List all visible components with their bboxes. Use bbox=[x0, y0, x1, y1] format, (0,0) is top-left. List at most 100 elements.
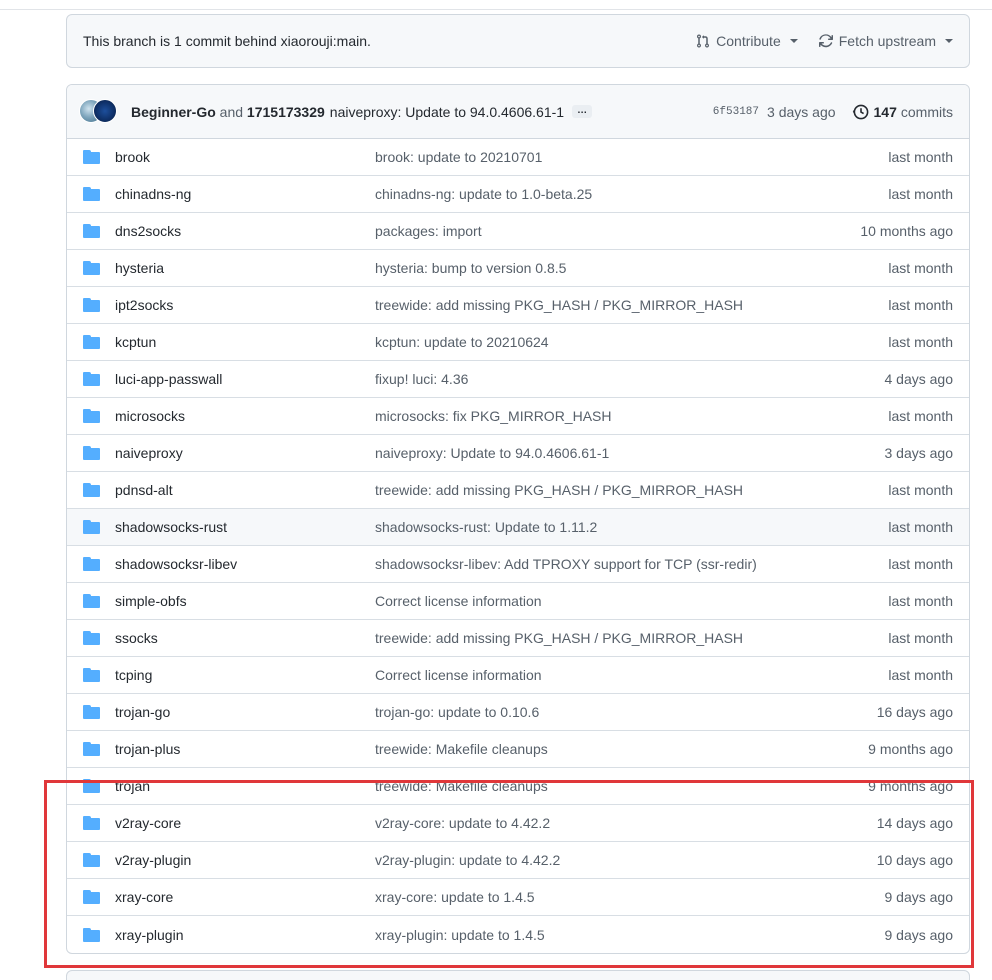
table-row[interactable]: shadowsocksr-libev shadowsocksr-libev: Ad… bbox=[67, 546, 969, 583]
file-commit-message-link[interactable]: v2ray-core: update to 4.42.2 bbox=[375, 815, 877, 831]
file-name-link[interactable]: trojan-go bbox=[115, 704, 375, 720]
author-link[interactable]: 1715173329 bbox=[247, 104, 325, 120]
commit-message-link[interactable]: naiveproxy: Update to 94.0.4606.61-1 bbox=[330, 104, 564, 120]
file-commit-age: last month bbox=[888, 408, 953, 424]
file-name-link[interactable]: ipt2socks bbox=[115, 297, 375, 313]
table-row[interactable]: brook brook: update to 20210701 last month bbox=[67, 139, 969, 176]
file-commit-age: last month bbox=[888, 186, 953, 202]
file-commit-message-link[interactable]: hysteria: bump to version 0.8.5 bbox=[375, 260, 888, 276]
folder-icon bbox=[83, 372, 100, 386]
file-commit-message-link[interactable]: trojan-go: update to 0.10.6 bbox=[375, 704, 877, 720]
file-commit-message-link[interactable]: kcptun: update to 20210624 bbox=[375, 334, 888, 350]
table-row[interactable]: naiveproxy naiveproxy: Update to 94.0.460… bbox=[67, 435, 969, 472]
file-name-link[interactable]: shadowsocksr-libev bbox=[115, 556, 375, 572]
file-commit-age: 14 days ago bbox=[876, 815, 953, 831]
folder-icon bbox=[83, 150, 100, 164]
file-commit-message-link[interactable]: xray-core: update to 1.4.5 bbox=[375, 889, 885, 905]
file-commit-message-link[interactable]: treewide: Makefile cleanups bbox=[375, 741, 868, 757]
table-row[interactable]: trojan-plus treewide: Makefile cleanups 9 … bbox=[67, 731, 969, 768]
table-row[interactable]: shadowsocks-rust shadowsocks-rust: Update… bbox=[67, 509, 969, 546]
file-name-link[interactable]: v2ray-plugin bbox=[115, 852, 375, 868]
file-commit-age: last month bbox=[888, 260, 953, 276]
file-commit-age: last month bbox=[888, 593, 953, 609]
expand-commit-button[interactable]: … bbox=[572, 105, 593, 118]
author-link[interactable]: Beginner-Go bbox=[131, 104, 216, 120]
file-name-link[interactable]: trojan-plus bbox=[115, 741, 375, 757]
file-commit-message-link[interactable]: shadowsocksr-libev: Add TPROXY support f… bbox=[375, 556, 888, 572]
contribute-button[interactable]: Contribute bbox=[695, 33, 798, 49]
latest-commit-bar: Beginner-Go and 1715173329 naiveproxy: U… bbox=[67, 85, 969, 139]
folder-icon bbox=[83, 557, 100, 571]
table-row[interactable]: tcping Correct license information last mo… bbox=[67, 657, 969, 694]
file-commit-message-link[interactable]: treewide: add missing PKG_HASH / PKG_MIR… bbox=[375, 482, 888, 498]
file-name-link[interactable]: pdnsd-alt bbox=[115, 482, 375, 498]
table-row[interactable]: xray-core xray-core: update to 1.4.5 9 day… bbox=[67, 879, 969, 916]
file-name-link[interactable]: kcptun bbox=[115, 334, 375, 350]
table-row[interactable]: trojan treewide: Makefile cleanups 9 month… bbox=[67, 768, 969, 805]
file-commit-message-link[interactable]: treewide: add missing PKG_HASH / PKG_MIR… bbox=[375, 630, 888, 646]
file-commit-message-link[interactable]: packages: import bbox=[375, 223, 860, 239]
file-commit-message-link[interactable]: Correct license information bbox=[375, 593, 888, 609]
table-row[interactable]: kcptun kcptun: update to 20210624 last mon… bbox=[67, 324, 969, 361]
folder-icon bbox=[83, 890, 100, 904]
fetch-upstream-label: Fetch upstream bbox=[838, 33, 936, 49]
folder-icon bbox=[83, 853, 100, 867]
commit-sha-link[interactable]: 6f53187 bbox=[713, 106, 759, 118]
top-divider bbox=[0, 9, 992, 10]
file-commit-message-link[interactable]: v2ray-plugin: update to 4.42.2 bbox=[375, 852, 877, 868]
chevron-down-icon bbox=[789, 39, 798, 43]
file-name-link[interactable]: dns2socks bbox=[115, 223, 375, 239]
file-commit-message-link[interactable]: xray-plugin: update to 1.4.5 bbox=[375, 927, 885, 943]
file-name-link[interactable]: xray-core bbox=[115, 889, 375, 905]
branch-status-bar: This branch is 1 commit behind xiaorouji… bbox=[66, 14, 970, 68]
file-name-link[interactable]: chinadns-ng bbox=[115, 186, 375, 202]
table-row[interactable]: pdnsd-alt treewide: add missing PKG_HASH … bbox=[67, 472, 969, 509]
file-name-link[interactable]: tcping bbox=[115, 667, 375, 683]
and-text: and bbox=[219, 103, 244, 120]
file-commit-message-link[interactable]: treewide: Makefile cleanups bbox=[375, 778, 868, 794]
table-row[interactable]: dns2socks packages: import 10 months ago bbox=[67, 213, 969, 250]
file-name-link[interactable]: luci-app-passwall bbox=[115, 371, 375, 387]
file-commit-message-link[interactable]: shadowsocks-rust: Update to 1.11.2 bbox=[375, 519, 888, 535]
folder-icon bbox=[83, 779, 100, 793]
file-commit-age: 4 days ago bbox=[884, 371, 954, 387]
fetch-upstream-button[interactable]: Fetch upstream bbox=[818, 33, 953, 49]
file-commit-message-link[interactable]: chinadns-ng: update to 1.0-beta.25 bbox=[375, 186, 888, 202]
file-commit-message-link[interactable]: naiveproxy: Update to 94.0.4606.61-1 bbox=[375, 445, 885, 461]
folder-icon bbox=[83, 594, 100, 608]
commits-history-link[interactable]: 147 commits bbox=[852, 103, 953, 121]
file-name-link[interactable]: microsocks bbox=[115, 408, 375, 424]
file-name-link[interactable]: naiveproxy bbox=[115, 445, 375, 461]
file-commit-message-link[interactable]: brook: update to 20210701 bbox=[375, 149, 888, 165]
table-row[interactable]: hysteria hysteria: bump to version 0.8.5 l… bbox=[67, 250, 969, 287]
table-row[interactable]: v2ray-plugin v2ray-plugin: update to 4.42… bbox=[67, 842, 969, 879]
file-commit-message-link[interactable]: treewide: add missing PKG_HASH / PKG_MIR… bbox=[375, 297, 888, 313]
sync-icon bbox=[818, 34, 833, 48]
file-name-link[interactable]: trojan bbox=[115, 778, 375, 794]
branch-status-text: This branch is 1 commit behind xiaorouji… bbox=[83, 33, 371, 49]
file-name-link[interactable]: v2ray-core bbox=[115, 815, 375, 831]
table-row[interactable]: luci-app-passwall fixup! luci: 4.36 4 days… bbox=[67, 361, 969, 398]
file-name-link[interactable]: ssocks bbox=[115, 630, 375, 646]
file-commit-message-link[interactable]: microsocks: fix PKG_MIRROR_HASH bbox=[375, 408, 888, 424]
table-row[interactable]: microsocks microsocks: fix PKG_MIRROR_HAS… bbox=[67, 398, 969, 435]
file-commit-message-link[interactable]: Correct license information bbox=[375, 667, 888, 683]
file-name-link[interactable]: hysteria bbox=[115, 260, 375, 276]
commit-count: 147 bbox=[873, 103, 897, 120]
file-name-link[interactable]: shadowsocks-rust bbox=[115, 519, 375, 535]
avatar[interactable] bbox=[93, 98, 117, 123]
file-commit-message-link[interactable]: fixup! luci: 4.36 bbox=[375, 371, 885, 387]
table-row[interactable]: ssocks treewide: add missing PKG_HASH / P… bbox=[67, 620, 969, 657]
table-row[interactable]: chinadns-ng chinadns-ng: update to 1.0-be… bbox=[67, 176, 969, 213]
table-row[interactable]: trojan-go trojan-go: update to 0.10.6 16 d… bbox=[67, 694, 969, 731]
table-row[interactable]: ipt2socks treewide: add missing PKG_HASH … bbox=[67, 287, 969, 324]
file-name-link[interactable]: xray-plugin bbox=[115, 927, 375, 943]
table-row[interactable]: xray-plugin xray-plugin: update to 1.4.5 9… bbox=[67, 916, 969, 953]
file-name-link[interactable]: brook bbox=[115, 149, 375, 165]
table-row[interactable]: v2ray-core v2ray-core: update to 4.42.2 14… bbox=[67, 805, 969, 842]
author-avatars[interactable] bbox=[79, 98, 119, 125]
commits-label: commits bbox=[900, 103, 953, 120]
file-name-link[interactable]: simple-obfs bbox=[115, 593, 375, 609]
file-commit-age: last month bbox=[888, 482, 953, 498]
table-row[interactable]: simple-obfs Correct license information la… bbox=[67, 583, 969, 620]
